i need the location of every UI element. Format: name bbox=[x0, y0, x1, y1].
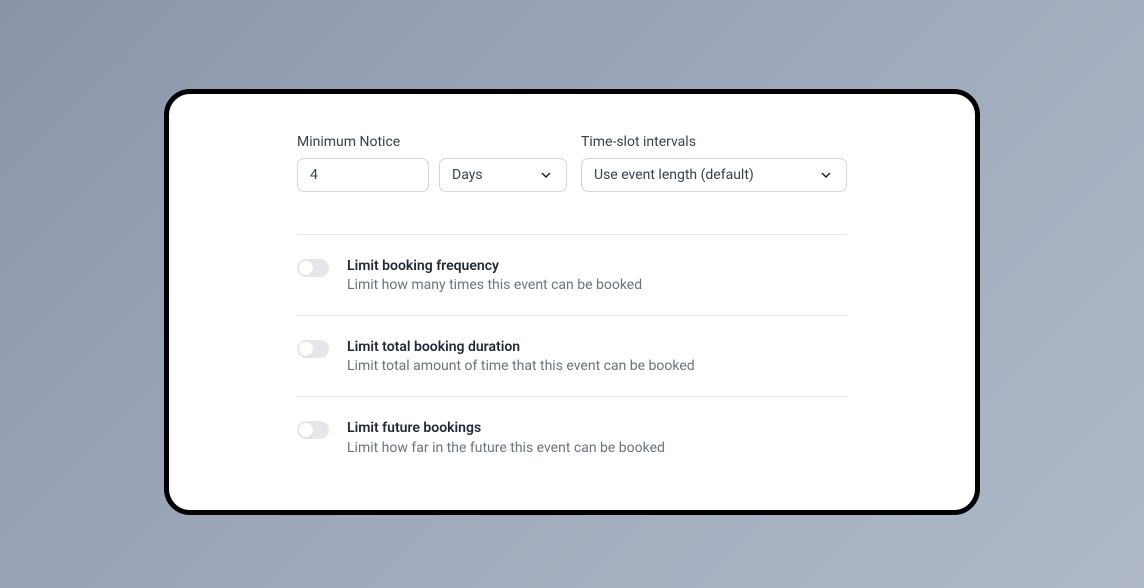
option-description: Limit total amount of time that this eve… bbox=[347, 358, 695, 374]
chevron-down-icon bbox=[818, 167, 834, 183]
option-text: Limit future bookings Limit how far in t… bbox=[347, 419, 665, 455]
minimum-notice-group: Minimum Notice 4 Days bbox=[297, 134, 567, 192]
minimum-notice-controls: 4 Days bbox=[297, 158, 567, 192]
option-description: Limit how far in the future this event c… bbox=[347, 440, 665, 456]
minimum-notice-input[interactable]: 4 bbox=[297, 158, 429, 192]
toggle-knob bbox=[299, 261, 313, 275]
minimum-notice-unit-value: Days bbox=[452, 167, 483, 183]
option-title: Limit total booking duration bbox=[347, 338, 695, 356]
option-title: Limit booking frequency bbox=[347, 257, 642, 275]
minimum-notice-value: 4 bbox=[310, 167, 318, 183]
timeslot-intervals-label: Time-slot intervals bbox=[581, 134, 847, 150]
timeslot-intervals-select[interactable]: Use event length (default) bbox=[581, 158, 847, 192]
minimum-notice-unit-select[interactable]: Days bbox=[439, 158, 567, 192]
timeslot-intervals-value: Use event length (default) bbox=[594, 167, 754, 183]
toggle-limit-booking-frequency[interactable] bbox=[297, 259, 329, 277]
toggle-limit-total-booking-duration[interactable] bbox=[297, 340, 329, 358]
option-limit-future-bookings: Limit future bookings Limit how far in t… bbox=[297, 397, 847, 477]
option-limit-booking-frequency: Limit booking frequency Limit how many t… bbox=[297, 235, 847, 316]
chevron-down-icon bbox=[538, 167, 554, 183]
toggle-knob bbox=[299, 342, 313, 356]
option-limit-total-booking-duration: Limit total booking duration Limit total… bbox=[297, 316, 847, 397]
option-title: Limit future bookings bbox=[347, 419, 665, 437]
timeslot-intervals-group: Time-slot intervals Use event length (de… bbox=[581, 134, 847, 192]
top-controls-row: Minimum Notice 4 Days Time-slot interval… bbox=[297, 134, 847, 192]
settings-panel: Minimum Notice 4 Days Time-slot interval… bbox=[164, 89, 980, 515]
minimum-notice-label: Minimum Notice bbox=[297, 134, 567, 150]
option-text: Limit total booking duration Limit total… bbox=[347, 338, 695, 374]
toggle-knob bbox=[299, 423, 313, 437]
option-description: Limit how many times this event can be b… bbox=[347, 277, 642, 293]
toggle-limit-future-bookings[interactable] bbox=[297, 421, 329, 439]
option-text: Limit booking frequency Limit how many t… bbox=[347, 257, 642, 293]
